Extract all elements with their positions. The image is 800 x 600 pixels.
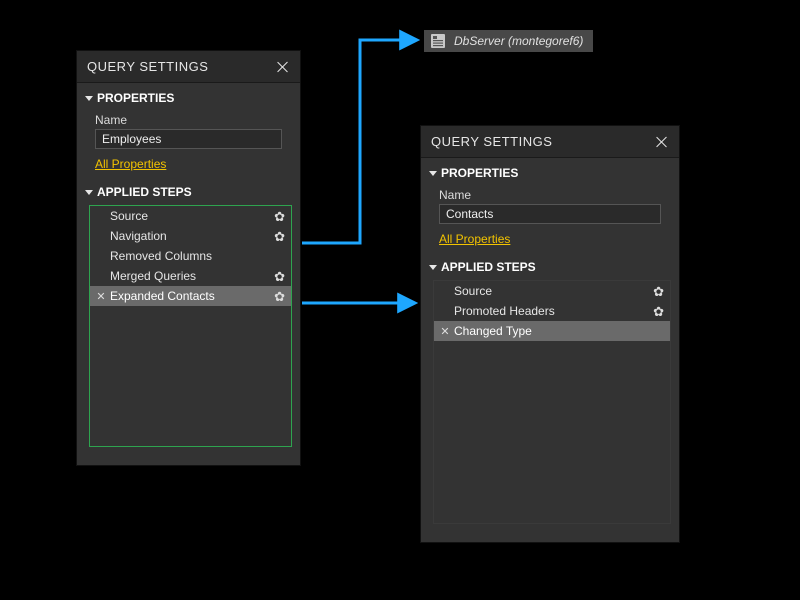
gear-icon[interactable]: ✿	[653, 305, 664, 318]
properties-header-label: PROPERTIES	[97, 91, 174, 105]
applied-step[interactable]: Merged Queries✿	[90, 266, 291, 286]
applied-step-label: Promoted Headers	[452, 304, 653, 318]
delete-step-icon[interactable]: ✕	[438, 325, 452, 338]
query-settings-panel-right: QUERY SETTINGS PROPERTIES Name All Prope…	[420, 125, 680, 543]
name-label: Name	[439, 188, 671, 202]
applied-steps-section: APPLIED STEPS Source✿Promoted Headers✿✕C…	[421, 252, 679, 534]
query-settings-panel-left: QUERY SETTINGS PROPERTIES Name All Prope…	[76, 50, 301, 466]
gear-icon[interactable]: ✿	[274, 230, 285, 243]
applied-step-label: Navigation	[108, 229, 274, 243]
panel-title: QUERY SETTINGS	[431, 134, 552, 149]
panel-title-bar: QUERY SETTINGS	[421, 126, 679, 157]
applied-step[interactable]: ✕Changed Type	[434, 321, 670, 341]
close-icon[interactable]	[655, 135, 669, 149]
close-icon[interactable]	[276, 60, 290, 74]
properties-header[interactable]: PROPERTIES	[429, 164, 671, 184]
gear-icon[interactable]: ✿	[653, 285, 664, 298]
applied-steps-list: Source✿Navigation✿Removed ColumnsMerged …	[89, 205, 292, 447]
applied-steps-list: Source✿Promoted Headers✿✕Changed Type	[433, 280, 671, 524]
applied-step[interactable]: ✕Expanded Contacts✿	[90, 286, 291, 306]
name-label: Name	[95, 113, 292, 127]
properties-section: PROPERTIES Name All Properties	[421, 158, 679, 252]
caret-down-icon	[429, 265, 437, 270]
caret-down-icon	[429, 171, 437, 176]
applied-step[interactable]: Removed Columns	[90, 246, 291, 266]
panel-title-bar: QUERY SETTINGS	[77, 51, 300, 82]
db-server-label: DbServer (montegoref6)	[454, 34, 583, 48]
applied-step[interactable]: Promoted Headers✿	[434, 301, 670, 321]
applied-step-label: Source	[452, 284, 653, 298]
applied-step[interactable]: Navigation✿	[90, 226, 291, 246]
applied-steps-header[interactable]: APPLIED STEPS	[429, 258, 671, 278]
all-properties-link[interactable]: All Properties	[95, 157, 166, 171]
database-icon	[430, 33, 446, 49]
applied-steps-header-label: APPLIED STEPS	[441, 260, 536, 274]
gear-icon[interactable]: ✿	[274, 210, 285, 223]
properties-section: PROPERTIES Name All Properties	[77, 83, 300, 177]
all-properties-link[interactable]: All Properties	[439, 232, 510, 246]
caret-down-icon	[85, 96, 93, 101]
caret-down-icon	[85, 190, 93, 195]
panel-title: QUERY SETTINGS	[87, 59, 208, 74]
applied-steps-section: APPLIED STEPS Source✿Navigation✿Removed …	[77, 177, 300, 457]
db-server-node[interactable]: DbServer (montegoref6)	[424, 30, 593, 52]
applied-step-label: Removed Columns	[108, 249, 285, 263]
name-input[interactable]	[95, 129, 282, 149]
applied-step[interactable]: Source✿	[90, 206, 291, 226]
applied-step-label: Changed Type	[452, 324, 664, 338]
applied-step-label: Merged Queries	[108, 269, 274, 283]
applied-steps-header[interactable]: APPLIED STEPS	[85, 183, 292, 203]
delete-step-icon[interactable]: ✕	[94, 290, 108, 303]
name-input[interactable]	[439, 204, 661, 224]
properties-header-label: PROPERTIES	[441, 166, 518, 180]
applied-step-label: Source	[108, 209, 274, 223]
applied-step-label: Expanded Contacts	[108, 289, 274, 303]
applied-step[interactable]: Source✿	[434, 281, 670, 301]
gear-icon[interactable]: ✿	[274, 270, 285, 283]
applied-steps-header-label: APPLIED STEPS	[97, 185, 192, 199]
properties-header[interactable]: PROPERTIES	[85, 89, 292, 109]
gear-icon[interactable]: ✿	[274, 290, 285, 303]
